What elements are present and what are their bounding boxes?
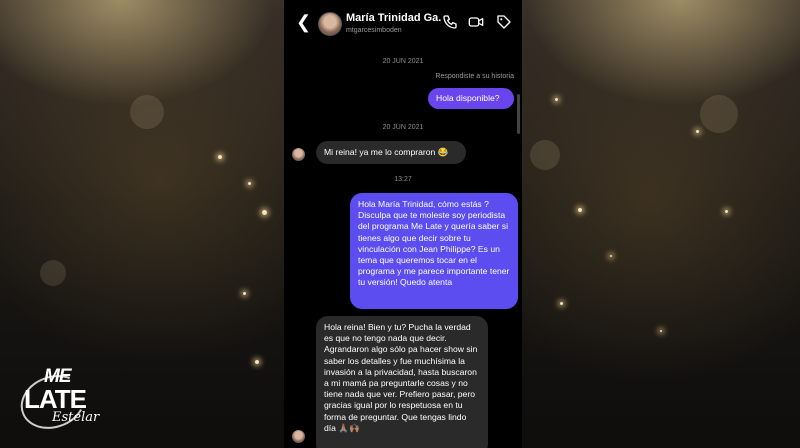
- sparkle: [660, 330, 662, 332]
- chevron-left-icon[interactable]: ❮: [296, 12, 311, 32]
- bokeh-light: [40, 260, 66, 286]
- contact-handle: mtgarcesimboden: [346, 27, 402, 34]
- sparkle: [578, 208, 582, 212]
- sparkle: [255, 360, 259, 364]
- sparkle: [262, 210, 267, 215]
- bokeh-light: [130, 95, 164, 129]
- phone-icon[interactable]: [442, 14, 458, 30]
- incoming-message[interactable]: Hola reina! Bien y tu? Pucha la verdad e…: [316, 316, 488, 448]
- sparkle: [218, 155, 222, 159]
- incoming-message[interactable]: Mi reina! ya me lo compraron 😂: [316, 141, 466, 164]
- date-separator: 20 JUN 2021: [382, 58, 424, 65]
- bokeh-light: [700, 95, 738, 133]
- contact-name[interactable]: María Trinidad Ga...: [346, 12, 442, 24]
- sparkle: [248, 182, 251, 185]
- sparkle: [243, 292, 246, 295]
- logo-text-estelar: Estelar: [52, 410, 100, 425]
- outgoing-message[interactable]: Hola María Trinidad, cómo estás ? Discul…: [350, 193, 518, 309]
- avatar: [292, 148, 305, 161]
- sparkle: [610, 255, 612, 257]
- dm-conversation-panel: ❮ María Trinidad Ga... mtgarcesimboden 2…: [284, 0, 522, 448]
- conversation-header: ❮ María Trinidad Ga... mtgarcesimboden: [284, 0, 522, 44]
- sparkle: [696, 130, 699, 133]
- video-icon[interactable]: [468, 14, 484, 30]
- show-logo: ME LATE Estelar: [13, 366, 100, 448]
- outgoing-message[interactable]: Hola disponible?: [428, 88, 514, 109]
- bokeh-light: [530, 140, 560, 170]
- avatar: [292, 430, 305, 443]
- sparkle: [560, 302, 563, 305]
- time-separator: 13:27: [394, 176, 412, 183]
- sparkle: [555, 98, 558, 101]
- avatar[interactable]: [318, 12, 342, 36]
- tag-icon[interactable]: [496, 14, 512, 30]
- sparkle: [725, 210, 728, 213]
- date-separator: 20 JUN 2021: [382, 124, 424, 131]
- story-reply-note: Respondiste a su historia: [435, 73, 514, 80]
